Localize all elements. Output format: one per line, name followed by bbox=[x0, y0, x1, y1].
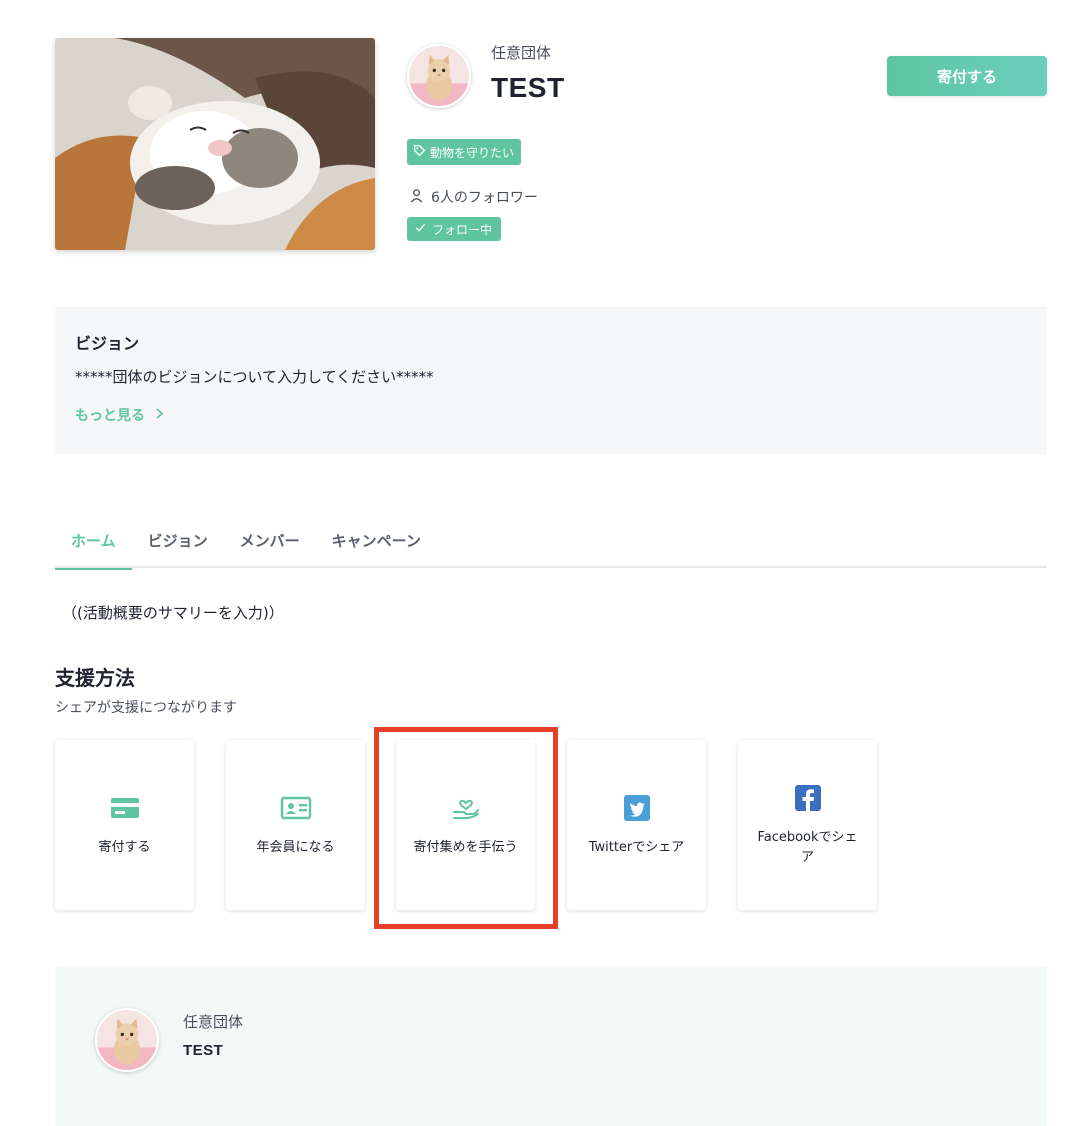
tag-icon bbox=[413, 144, 426, 160]
category-tag[interactable]: 動物を守りたい bbox=[407, 139, 522, 165]
facebook-icon bbox=[792, 782, 824, 814]
follow-button-label: フォロー中 bbox=[432, 222, 493, 237]
org-type: 任意団体 bbox=[491, 44, 552, 62]
org-avatar bbox=[407, 44, 471, 108]
follow-button[interactable]: フォロー中 bbox=[407, 217, 502, 241]
hand-heart-icon bbox=[450, 792, 482, 824]
check-icon bbox=[415, 222, 426, 236]
chevron-right-icon bbox=[155, 407, 164, 423]
support-card-label: 寄付する bbox=[98, 840, 151, 855]
tab-vision[interactable]: ビジョン bbox=[132, 512, 224, 568]
cover-image bbox=[55, 38, 375, 250]
org-avatar bbox=[95, 1008, 159, 1072]
credit-card-icon bbox=[109, 792, 141, 824]
followers-text: 6人のフォロワー bbox=[431, 190, 538, 206]
tab-campaigns[interactable]: キャンペーン bbox=[316, 512, 437, 568]
support-card-label: Facebookでシェア bbox=[757, 830, 858, 865]
support-title: 支援方法 bbox=[55, 666, 135, 690]
support-card-twitter[interactable]: Twitterでシェア bbox=[567, 740, 706, 910]
vision-section: ビジョン *****団体のビジョンについて入力してください***** もっと見る bbox=[55, 307, 1047, 454]
vision-text: *****団体のビジョンについて入力してください***** bbox=[75, 368, 434, 386]
tab-bar: ホーム ビジョン メンバー キャンペーン bbox=[55, 512, 1047, 570]
donate-button[interactable]: 寄付する bbox=[887, 56, 1047, 96]
support-card-donate[interactable]: 寄付する bbox=[55, 740, 194, 910]
support-card-label: 寄付集めを手伝う bbox=[413, 840, 518, 855]
vision-title: ビジョン bbox=[75, 334, 140, 353]
footer-org-name: TEST bbox=[183, 1042, 224, 1059]
org-name: TEST bbox=[491, 72, 565, 103]
support-card-label: 年会員になる bbox=[256, 840, 335, 855]
support-card-label: Twitterでシェア bbox=[588, 840, 685, 855]
footer-org-type: 任意団体 bbox=[183, 1013, 244, 1031]
see-more-link[interactable]: もっと見る bbox=[75, 405, 164, 425]
activity-summary: （(活動概要のサマリーを入力)） bbox=[62, 604, 284, 622]
tab-members[interactable]: メンバー bbox=[224, 512, 316, 568]
id-card-icon bbox=[280, 792, 312, 824]
support-card-fundraise[interactable]: 寄付集めを手伝う bbox=[396, 740, 535, 910]
tag-label: 動物を守りたい bbox=[430, 145, 515, 160]
support-subtitle: シェアが支援につながります bbox=[55, 700, 237, 716]
support-card-facebook[interactable]: Facebookでシェア bbox=[738, 740, 877, 910]
twitter-icon bbox=[621, 792, 653, 824]
tab-home[interactable]: ホーム bbox=[55, 512, 132, 570]
followers-count: 6人のフォロワー bbox=[409, 187, 538, 207]
support-card-membership[interactable]: 年会員になる bbox=[226, 740, 365, 910]
user-icon bbox=[409, 188, 424, 207]
see-more-label: もっと見る bbox=[75, 408, 145, 424]
